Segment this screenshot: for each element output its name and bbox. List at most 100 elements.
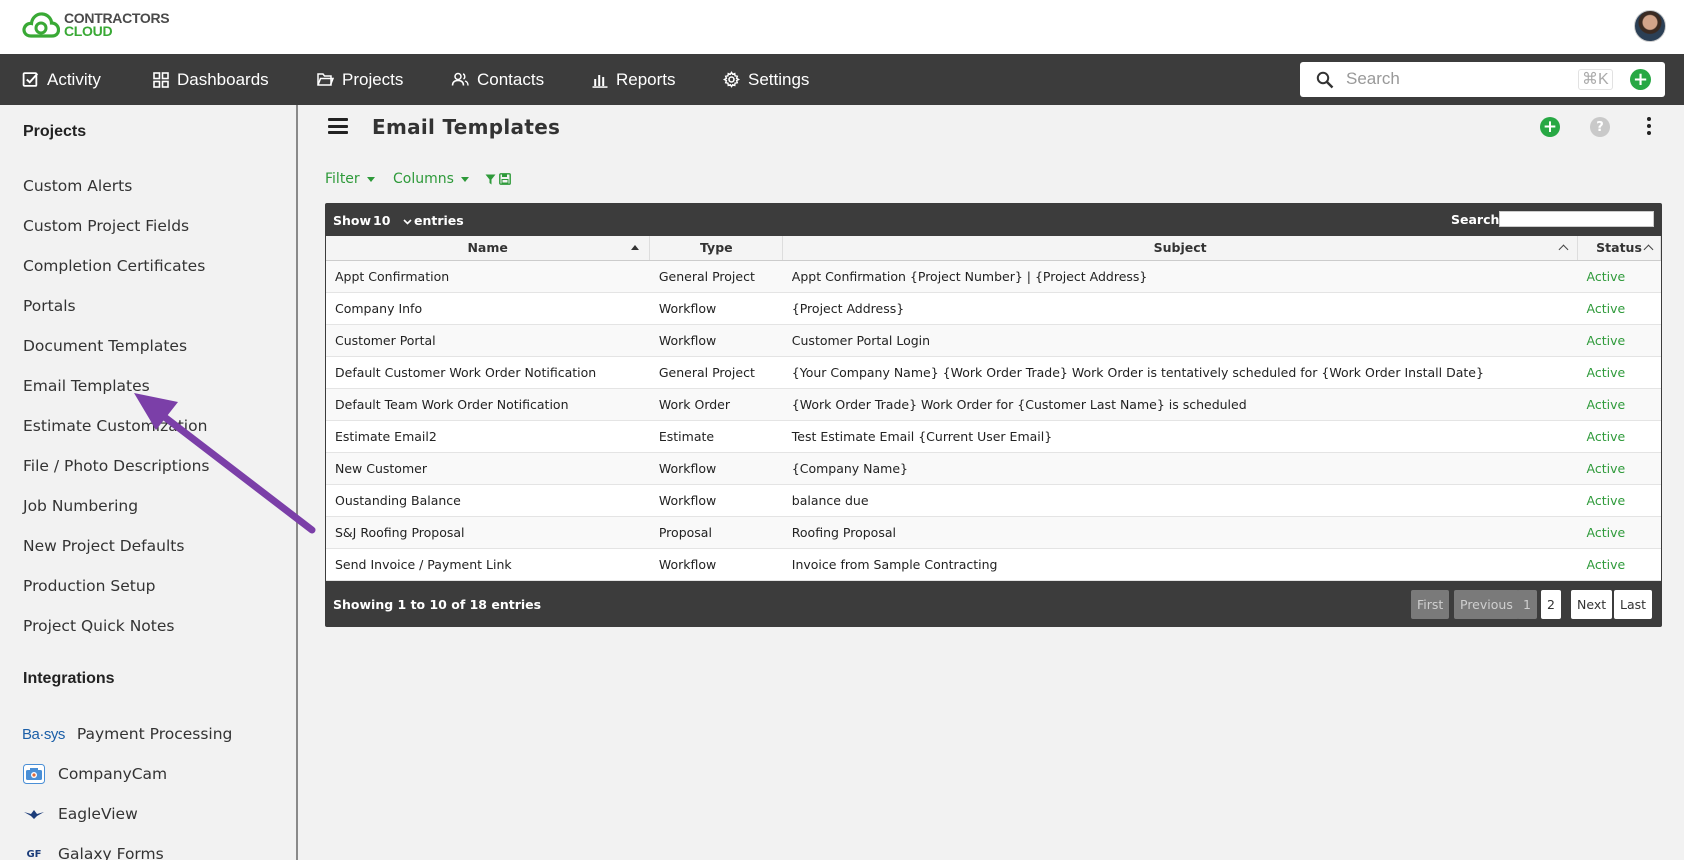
sidebar-item-portals[interactable]: Portals [23,297,76,315]
page-size-value: 10 [373,213,391,228]
cell-name[interactable]: Default Customer Work Order Notification [326,356,650,389]
table-row[interactable]: Estimate Email2 Estimate Test Estimate Ema… [326,420,1661,453]
table-row[interactable]: Send Invoice / Payment Link Workflow Invoi… [326,548,1661,581]
table-search-label: Search: [1451,212,1505,227]
cell-name[interactable]: New Customer [326,452,650,485]
pagination-page-2[interactable]: 2 [1541,590,1561,619]
pagination-first-button[interactable]: First [1411,590,1450,619]
entries-label: entries [414,213,464,228]
cell-subject: Appt Confirmation {Project Number} | {Pr… [782,260,1578,293]
cell-name[interactable]: Default Team Work Order Notification [326,388,650,421]
table-row[interactable]: Customer Portal Workflow Customer Portal L… [326,324,1661,357]
nav-settings[interactable]: Settings [723,54,809,105]
cell-type: Workflow [649,484,783,517]
sidebar-item-custom-alerts[interactable]: Custom Alerts [23,177,132,195]
pagination-previous-button[interactable]: Previous [1454,590,1519,619]
chevron-down-icon [403,219,412,225]
sidebar-item-custom-project-fields[interactable]: Custom Project Fields [23,217,189,235]
add-template-button[interactable]: + [1540,117,1560,137]
basys-logo: Ba·sys [22,725,65,743]
cell-name[interactable]: Estimate Email2 [326,420,650,453]
chevron-up-icon [1643,244,1654,255]
cell-type: General Project [649,260,783,293]
page-size-select[interactable]: 10 [373,213,412,228]
nav-projects-label: Projects [342,69,404,89]
cell-name[interactable]: Oustanding Balance [326,484,650,517]
global-search-input[interactable] [1346,68,1586,90]
user-avatar[interactable] [1634,10,1666,42]
column-header-subject[interactable]: Subject [782,236,1579,261]
sidebar-item-galaxy-forms[interactable]: GF Galaxy Forms [22,842,163,860]
cell-name[interactable]: Appt Confirmation [326,260,650,293]
save-filter-button[interactable] [485,169,511,189]
table-row[interactable]: Default Customer Work Order Notification… [326,356,1661,389]
eagle-icon [22,803,46,825]
filter-label: Filter [325,171,360,187]
table-footer: Showing 1 to 10 of 18 entries First Prev… [325,581,1662,627]
table-row[interactable]: Company Info Workflow {Project Address} Act… [326,292,1661,325]
pagination-last-button[interactable]: Last [1614,590,1653,619]
nav-projects[interactable]: Projects [317,54,403,105]
contractors-cloud-logo[interactable]: CONTRACTORS CLOUD [22,11,170,39]
brand-bar: CONTRACTORS CLOUD [0,0,1684,54]
columns-dropdown[interactable]: Columns [393,169,469,189]
email-templates-table-panel: Show 10 entries Search: Name Type Subjec… [325,203,1662,627]
sidebar-item-payment-processing[interactable]: Ba·sys Payment Processing [22,722,232,746]
quick-add-button[interactable]: + [1630,69,1651,90]
pagination-next-button[interactable]: Next [1571,590,1613,619]
nav-dashboards[interactable]: Dashboards [153,54,269,105]
nav-activity[interactable]: Activity [22,54,101,105]
sidebar-item-document-templates[interactable]: Document Templates [23,337,187,355]
cell-status: Active [1577,324,1661,357]
sidebar-item-label: EagleView [58,805,138,823]
cell-subject: {Project Address} [782,292,1578,325]
sidebar-item-completion-certificates[interactable]: Completion Certificates [23,257,205,275]
cell-subject: balance due [782,484,1578,517]
pagination-page-1[interactable]: 1 [1517,590,1537,619]
cell-subject: {Company Name} [782,452,1578,485]
cell-status: Active [1577,452,1661,485]
cell-type: Workflow [649,548,783,581]
table-row[interactable]: Default Team Work Order Notification Work… [326,388,1661,421]
cell-type: General Project [649,356,783,389]
grid-icon [153,71,169,88]
column-header-type[interactable]: Type [649,236,784,261]
cell-name[interactable]: Company Info [326,292,650,325]
cell-status: Active [1577,548,1661,581]
more-options-icon[interactable] [1647,117,1653,135]
filter-dropdown[interactable]: Filter [325,169,375,189]
nav-contacts[interactable]: Contacts [451,54,544,105]
sidebar-item-production-setup[interactable]: Production Setup [23,577,156,595]
email-templates-table: Name Type Subject Status Appt Confirmati… [326,236,1661,581]
cell-name[interactable]: S&J Roofing Proposal [326,516,650,549]
sidebar-item-companycam[interactable]: CompanyCam [22,762,167,786]
cell-type: Workflow [649,292,783,325]
cell-subject: {Your Company Name} {Work Order Trade} W… [782,356,1578,389]
annotation-arrow-icon [134,393,316,534]
page-title: Email Templates [372,115,561,139]
cell-status: Active [1577,484,1661,517]
cloud-logo-icon [22,12,60,38]
table-search-input[interactable] [1499,211,1654,227]
menu-toggle-icon[interactable] [328,118,348,134]
table-row[interactable]: Appt Confirmation General Project Appt Con… [326,260,1661,293]
cell-subject: {Work Order Trade} Work Order for {Custo… [782,388,1578,421]
table-row[interactable]: S&J Roofing Proposal Proposal Roofing Prop… [326,516,1661,549]
main-nav: Activity Dashboards Projects Contacts Re… [0,54,1684,105]
help-icon[interactable]: ? [1590,117,1610,137]
table-row[interactable]: Oustanding Balance Workflow balance due Act… [326,484,1661,517]
column-header-status[interactable]: Status [1577,236,1661,261]
cell-type: Proposal [649,516,783,549]
column-header-name[interactable]: Name [326,236,651,261]
nav-activity-label: Activity [47,69,101,89]
cell-name[interactable]: Customer Portal [326,324,650,357]
sidebar-item-project-quick-notes[interactable]: Project Quick Notes [23,617,174,635]
nav-reports[interactable]: Reports [592,54,676,105]
cell-name[interactable]: Send Invoice / Payment Link [326,548,650,581]
cell-subject: Roofing Proposal [782,516,1578,549]
sidebar-item-eagleview[interactable]: EagleView [22,802,138,826]
cell-status: Active [1577,292,1661,325]
cell-type: Work Order [649,388,783,421]
global-search: ⌘K + [1300,62,1665,97]
table-row[interactable]: New Customer Workflow {Company Name} Active [326,452,1661,485]
